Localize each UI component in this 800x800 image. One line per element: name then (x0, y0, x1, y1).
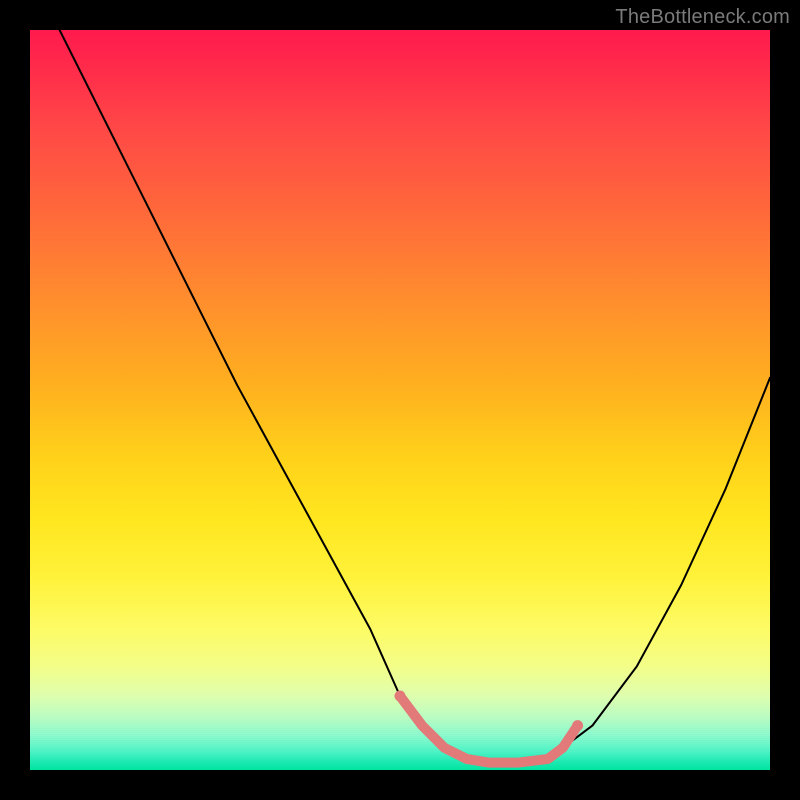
highlight-end-dot (395, 691, 406, 702)
highlight-bead (558, 743, 567, 752)
chart-frame: TheBottleneck.com (0, 0, 800, 800)
highlight-bead (462, 754, 471, 763)
highlight-bead (440, 743, 449, 752)
series-bottleneck-curve (60, 30, 770, 763)
highlight-bead (514, 758, 523, 767)
highlight-end-dot (572, 720, 583, 731)
watermark-text: TheBottleneck.com (615, 6, 790, 29)
highlight-bead (418, 721, 427, 730)
curve-layer (30, 30, 770, 770)
series-container (60, 30, 770, 767)
highlight-bead (544, 754, 553, 763)
highlight-bead (484, 758, 493, 767)
series-highlight-band (400, 696, 578, 763)
plot-area (30, 30, 770, 770)
